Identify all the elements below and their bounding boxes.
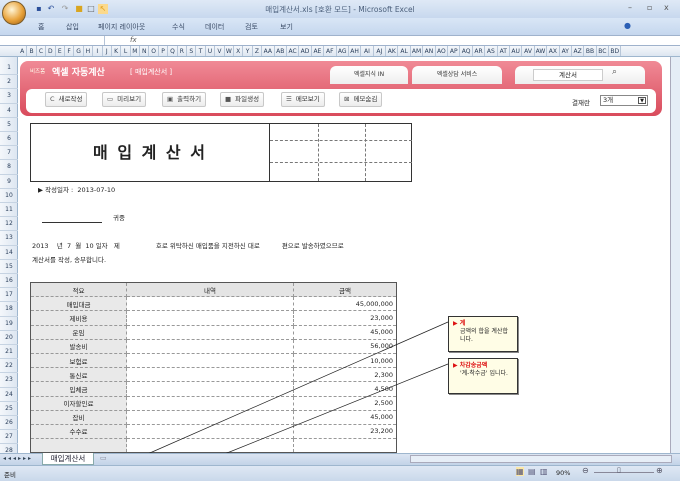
zoom-out-icon[interactable]: ⊖ [582, 466, 589, 475]
insert-sheet-icon[interactable]: ▭ [100, 454, 107, 462]
status-text: 준비 [4, 471, 16, 479]
sheet-tab-active[interactable]: 매입계산서 [42, 453, 94, 465]
triangle-icon: ▶ [453, 362, 460, 369]
zoom-slider[interactable] [594, 472, 654, 473]
zoom-level[interactable]: 90% [556, 469, 570, 477]
triangle-icon: ▶ [453, 320, 460, 327]
vertical-scrollbar[interactable] [670, 57, 680, 453]
page-layout-view-icon[interactable]: ▤ [528, 467, 536, 476]
zoom-in-icon[interactable]: ⊕ [656, 466, 663, 475]
page-break-view-icon[interactable]: ▥ [540, 467, 548, 476]
horizontal-scrollbar[interactable] [410, 455, 672, 463]
comment-box-total[interactable]: ▶ 계 금액의 합을 계산합니다. [448, 316, 518, 352]
office-button[interactable] [2, 1, 26, 25]
comment-box-remittance[interactable]: ▶ 차감송금액 '계-착수금' 입니다. [448, 358, 518, 394]
comment-line-2 [221, 363, 449, 456]
comment-line-1 [142, 321, 449, 457]
status-bar [0, 465, 680, 481]
comment-connectors [142, 321, 449, 457]
normal-view-icon[interactable]: ▦ [516, 467, 524, 476]
sheet-nav-arrows[interactable]: ◂◂◂▸▸▸ [3, 455, 33, 462]
zoom-slider-thumb[interactable]: ▯ [617, 466, 621, 474]
